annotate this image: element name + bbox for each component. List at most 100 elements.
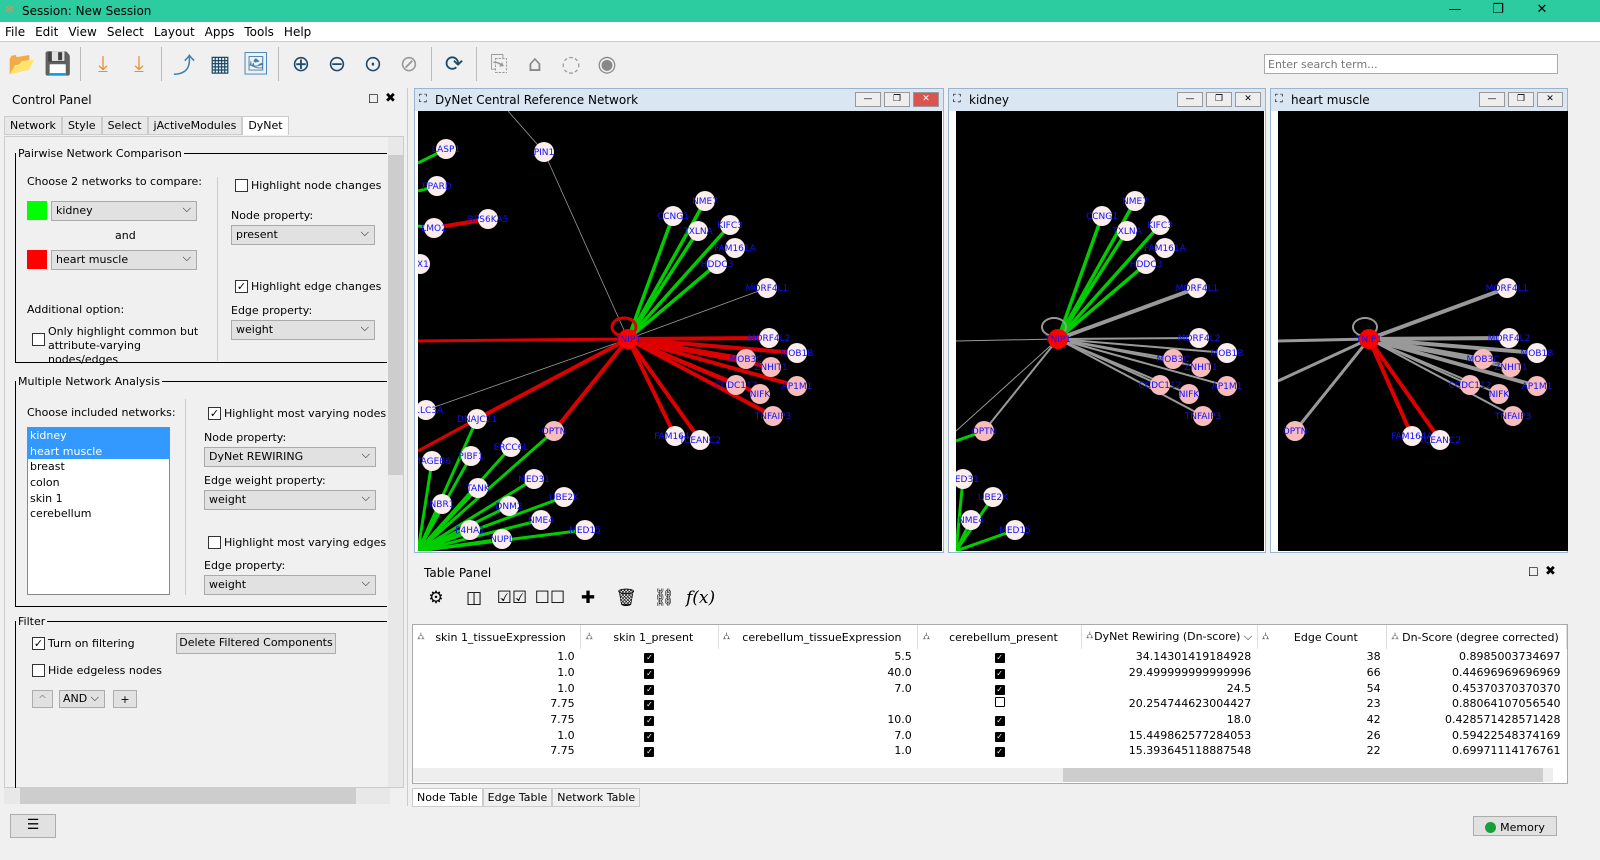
table-cell[interactable]: 7.0	[718, 680, 918, 696]
table-cell[interactable]: ✓	[918, 712, 1082, 728]
menu-file[interactable]: File	[0, 25, 30, 39]
home-button[interactable]: ⌂	[517, 46, 553, 82]
zoom-out-button[interactable]: ⊖	[319, 46, 355, 82]
export-image-button[interactable]: 🖼	[238, 46, 274, 82]
edge-TNIP1-OPTN[interactable]	[552, 337, 630, 433]
network-list-item[interactable]: breast	[28, 459, 169, 475]
table-cell[interactable]	[918, 696, 1082, 712]
column-header[interactable]: ⛼ DyNet Rewiring (Dn-score) ⌵	[1081, 625, 1258, 649]
delete-icon[interactable]: 🗑	[610, 588, 642, 608]
node-FAM161A[interactable]: FAM161A	[1144, 238, 1187, 258]
columns-icon[interactable]: ◫	[458, 588, 490, 608]
table-cell[interactable]: 0.44696969696969	[1387, 665, 1567, 681]
table-cell[interactable]: 26	[1257, 727, 1386, 743]
table-cell[interactable]: ✓	[918, 649, 1082, 665]
table-cell[interactable]: 40.0	[718, 665, 918, 681]
node-P1LC3A[interactable]: P1LC3A	[418, 400, 444, 420]
table-cell[interactable]: 1.0	[413, 727, 581, 743]
menu-view[interactable]: View	[63, 25, 101, 39]
table-cell[interactable]: ✓	[581, 680, 718, 696]
refresh-button[interactable]: ⟳	[436, 46, 472, 82]
table-cell[interactable]: 7.75	[413, 743, 581, 759]
table-cell[interactable]: 24.5	[1081, 680, 1257, 696]
network-list-item[interactable]: heart muscle	[28, 443, 169, 460]
table-cell[interactable]: ✓	[918, 665, 1082, 681]
menu-tools[interactable]: Tools	[239, 25, 279, 39]
select-all-icon[interactable]: ☑☑	[496, 588, 528, 608]
table-cell[interactable]: ✓	[918, 727, 1082, 743]
table-cell[interactable]: 34.14301419184928	[1081, 649, 1257, 665]
highlight-node-changes-checkbox[interactable]	[235, 179, 248, 192]
node-NME4[interactable]: NME4	[528, 510, 554, 530]
link-icon[interactable]: ⛓	[648, 588, 680, 608]
hide-edgeless-checkbox[interactable]	[32, 664, 45, 677]
network-canvas[interactable]: NME7 CCNG1 TXLNA KIFC3 FAM161A HDDC3 MORF4L1 MO…	[956, 111, 1264, 551]
edge[interactable]	[1293, 338, 1371, 432]
network-canvas[interactable]: PIN1 LASP1 PPARD LMO2 RPS6KA5 SX1 NME7CCNG1 TXL…	[418, 111, 942, 551]
table-cell[interactable]: 0.69971114176761	[1387, 743, 1567, 759]
table-cell[interactable]: ✓	[581, 727, 718, 743]
menu-help[interactable]: Help	[279, 25, 316, 39]
edge-TNIP1-TNFAIP3[interactable]	[1057, 338, 1204, 417]
add-column-icon[interactable]: ✚	[572, 588, 604, 608]
edge-TNIP1-MORF4L1[interactable]	[1368, 286, 1508, 341]
table-cell[interactable]: 7.75	[413, 712, 581, 728]
node-LMO2[interactable]: LMO2	[421, 218, 447, 238]
import-network-button[interactable]: ⤓	[85, 46, 121, 82]
table-cell[interactable]: 7.0	[718, 727, 918, 743]
edge[interactable]	[956, 338, 1059, 432]
maximize-view-button[interactable]: ❐	[1206, 92, 1232, 107]
node-ERCC6L[interactable]: ERCC6L	[494, 437, 529, 457]
network-view-kidney[interactable]: ⛶ kidney — ❐ ✕ NME7 CCNG1 TXLNA KIFC3 FAM161A HD…	[948, 88, 1266, 553]
node-TNIP1[interactable]: TNIP1	[1355, 329, 1382, 349]
node-MORF4L1[interactable]: MORF4L1	[746, 278, 789, 298]
node-MED15[interactable]: MED15	[569, 520, 601, 540]
node-NIFK[interactable]: NIFK	[750, 384, 772, 404]
node-MED31[interactable]: MED31	[956, 469, 979, 489]
import-table-button[interactable]: ⤓	[121, 46, 157, 82]
column-header[interactable]: ⛼ cerebellum_tissueExpression	[718, 625, 919, 649]
open-folder-button[interactable]: 📂	[4, 46, 40, 82]
vertical-scrollbar[interactable]	[388, 137, 403, 787]
node-AP1M1[interactable]: AP1M1	[1212, 376, 1243, 396]
node-MORF4L2[interactable]: MORF4L2	[1488, 328, 1531, 348]
table-cell[interactable]: ✓	[581, 649, 718, 665]
table-cell[interactable]: ✓	[918, 743, 1082, 759]
table-cell[interactable]: ✓	[581, 696, 718, 712]
edge-weight-select[interactable]: weight	[204, 490, 376, 510]
table-cell[interactable]: ✓	[918, 680, 1082, 696]
node-RPS6KA5[interactable]: RPS6KA5	[468, 209, 509, 229]
table-cell[interactable]: 66	[1257, 665, 1386, 681]
column-header[interactable]: ⛼ Dn-Score (degree corrected)	[1386, 625, 1567, 649]
table-cell[interactable]: 5.5	[718, 649, 918, 665]
table-cell[interactable]: 15.393645118887548	[1081, 743, 1257, 759]
node-NIFK[interactable]: NIFK	[1489, 384, 1511, 404]
column-header[interactable]: ⛼ skin 1_present	[580, 625, 719, 649]
table-cell[interactable]: 22	[1257, 743, 1386, 759]
highlight-edge-changes-checkbox[interactable]: ✓	[235, 280, 248, 293]
export-network-button[interactable]: ⤴	[166, 46, 202, 82]
tab-select[interactable]: Select	[101, 116, 148, 135]
net1-select[interactable]: kidney	[51, 201, 197, 221]
float-icon[interactable]: ☐	[368, 92, 379, 106]
node-NME7[interactable]: NME7	[692, 191, 718, 211]
show-button[interactable]: ◉	[589, 46, 625, 82]
network-list-item[interactable]: kidney	[28, 428, 169, 444]
memory-button[interactable]: Memory	[1473, 816, 1557, 836]
table-cell[interactable]: 1.0	[413, 649, 581, 665]
tab-node-table[interactable]: Node Table	[412, 788, 483, 807]
edge-property-select[interactable]: weight	[231, 320, 375, 340]
move-up-button[interactable]: ^	[32, 690, 53, 708]
node-UBE2K[interactable]: UBE2K	[549, 487, 580, 507]
close-icon[interactable]: ✖	[1545, 564, 1556, 579]
tab-network-table[interactable]: Network Table	[552, 788, 641, 807]
node-NME7[interactable]: NME7	[1122, 191, 1148, 211]
table-cell[interactable]: 0.59422548374169	[1387, 727, 1567, 743]
node-UBE2K[interactable]: UBE2K	[978, 487, 1009, 507]
network-list-item[interactable]: skin 1	[28, 491, 169, 507]
function-builder-button[interactable]: f(x)	[686, 588, 715, 608]
node-AP1M1[interactable]: AP1M1	[782, 376, 813, 396]
table-cell[interactable]: 1.0	[718, 743, 918, 759]
close-button[interactable]: ✕	[1522, 2, 1562, 17]
table-cell[interactable]	[718, 696, 918, 712]
